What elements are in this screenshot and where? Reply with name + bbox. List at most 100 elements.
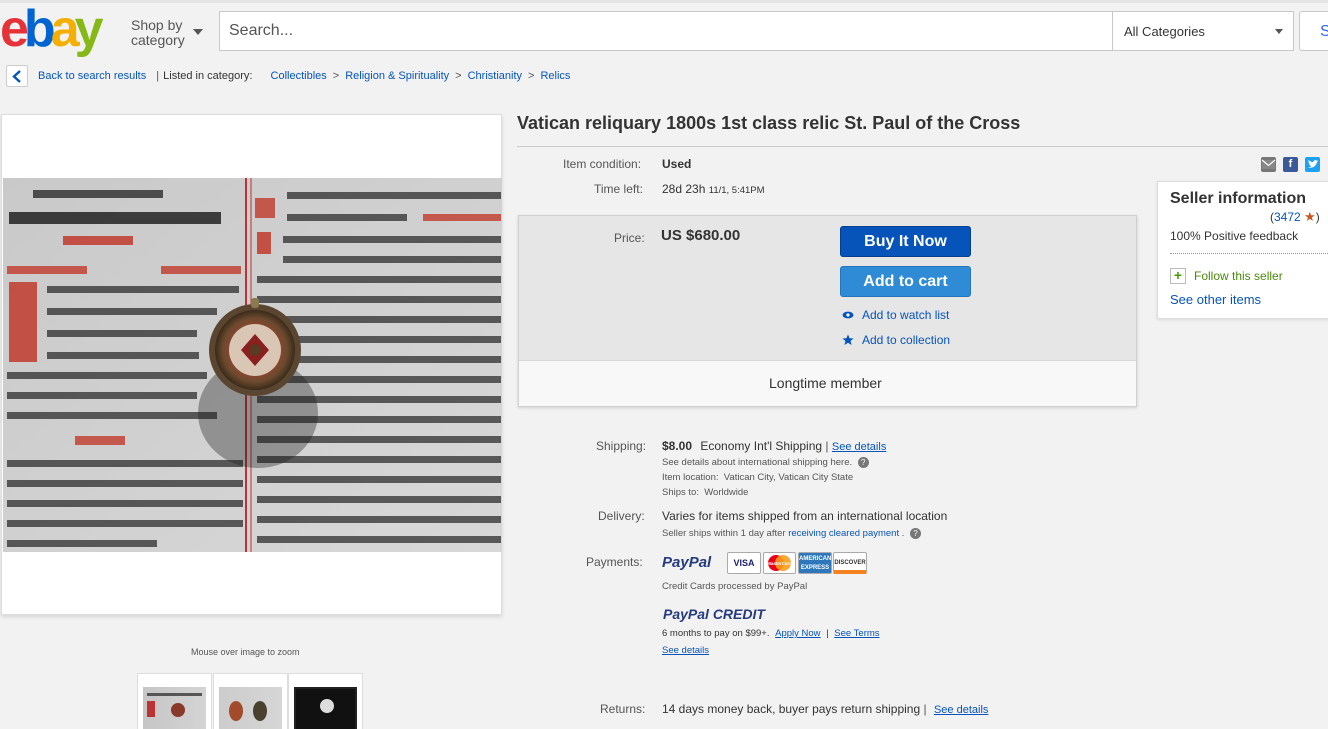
condition-label: Item condition: — [563, 157, 642, 171]
shop-by-label: Shop by category — [131, 17, 185, 48]
breadcrumb-separator: > — [455, 70, 462, 82]
longtime-member-badge: Longtime member — [769, 375, 882, 391]
main-item-photo[interactable] — [3, 178, 502, 552]
separator: | — [825, 439, 829, 453]
amex-logo: AMERICAN EXPRESS — [798, 552, 832, 574]
time-left-duration: 28d 23h — [662, 182, 706, 196]
search-button[interactable]: S — [1299, 11, 1328, 51]
mastercard-logo: MasterCard — [763, 552, 796, 574]
thumbnail[interactable] — [213, 673, 288, 729]
see-other-items-link[interactable]: See other items — [1170, 292, 1261, 307]
svg-text:MasterCard: MasterCard — [767, 561, 792, 566]
payments-label: Payments: — [586, 555, 643, 569]
chevron-down-icon — [193, 29, 203, 35]
mastercard-icon: MasterCard — [767, 555, 792, 571]
time-left-label: Time left: — [594, 182, 643, 196]
category-select[interactable]: All Categories — [1112, 12, 1294, 50]
thumbnail[interactable] — [288, 673, 363, 729]
separator: | — [826, 628, 829, 639]
returns-value: 14 days money back, buyer pays return sh… — [662, 702, 988, 716]
delivery-value: Varies for items shipped from an interna… — [662, 509, 948, 523]
cleared-payment-link[interactable]: receiving cleared payment — [788, 528, 899, 539]
seller-info-title: Seller information — [1170, 190, 1307, 207]
breadcrumb-item-collectibles[interactable]: Collectibles — [271, 70, 327, 82]
payments-see-details-link[interactable]: See details — [662, 645, 709, 656]
returns-policy: 14 days money back, buyer pays return sh… — [662, 702, 921, 716]
ebay-logo[interactable]: ebay — [0, 2, 120, 58]
email-share-icon[interactable] — [1261, 157, 1276, 172]
plus-icon[interactable]: + — [1170, 268, 1186, 284]
returns-see-details-link[interactable]: See details — [934, 704, 988, 716]
discover-logo: DISCOVER — [833, 552, 867, 574]
search-input[interactable] — [220, 12, 1112, 50]
eye-icon — [842, 311, 854, 319]
price-value: US $680.00 — [661, 227, 741, 244]
seller-positive-feedback: 100% Positive feedback — [1170, 229, 1299, 243]
breadcrumb-divider: | — [156, 70, 160, 82]
divider — [1170, 253, 1328, 254]
intl-shipping-text: See details about international shipping… — [662, 457, 853, 468]
payments-details: See details — [662, 645, 709, 656]
shipping-method: Economy Int'l Shipping — [700, 439, 823, 453]
item-location: Item location: Vatican City, Vatican Cit… — [662, 472, 853, 483]
breadcrumb-item-religion[interactable]: Religion & Spirituality — [345, 70, 449, 82]
see-terms-link[interactable]: See Terms — [834, 628, 879, 639]
star-icon: ★ — [1304, 209, 1316, 224]
logo-letter: e — [0, 0, 29, 58]
ships-to-value: Worldwide — [704, 487, 749, 498]
price-label: Price: — [614, 231, 645, 245]
back-to-search-link[interactable]: Back to search results — [38, 70, 146, 82]
follow-seller-link[interactable]: Follow this seller — [1194, 269, 1283, 283]
breadcrumb-item-relics[interactable]: Relics — [540, 70, 570, 82]
relic-photo-image — [3, 178, 502, 552]
breadcrumb-separator: > — [332, 70, 340, 82]
breadcrumb: Back to search results | Listed in catego… — [38, 70, 570, 83]
help-icon[interactable]: ? — [857, 457, 869, 468]
shop-by-category-button[interactable]: Shop by category — [131, 18, 211, 48]
logo-letter: y — [74, 0, 104, 58]
visa-logo: VISA — [727, 552, 761, 574]
delivery-note-text: Seller ships within 1 day after — [662, 528, 786, 539]
separator: | — [923, 702, 927, 716]
breadcrumb-item-christianity[interactable]: Christianity — [468, 70, 522, 82]
breadcrumb-separator: > — [528, 70, 535, 82]
item-location-label: Item location: — [662, 472, 719, 483]
item-title: Vatican reliquary 1800s 1st class relic … — [517, 113, 1021, 133]
search-bar: All Categories — [219, 11, 1294, 51]
seller-score-link[interactable]: 3472 — [1274, 210, 1301, 224]
facebook-share-icon[interactable]: f — [1283, 157, 1298, 172]
add-to-collection-link[interactable]: Add to collection — [862, 333, 950, 347]
shipping-value: $8.00 Economy Int'l Shipping | See detai… — [662, 439, 886, 453]
logo-letter: a — [50, 0, 80, 58]
delivery-label: Delivery: — [598, 509, 645, 523]
intl-shipping-note: See details about international shipping… — [662, 457, 869, 468]
listed-in-label: Listed in category: — [163, 70, 253, 82]
star-icon — [842, 334, 854, 345]
divider — [517, 146, 1328, 147]
buy-it-now-button[interactable]: Buy It Now — [840, 226, 971, 257]
item-location-value: Vatican City, Vatican City State — [723, 472, 854, 483]
thumbnail-image — [143, 687, 206, 729]
thumbnail-image — [294, 687, 357, 729]
logo-letter: b — [23, 0, 56, 58]
add-to-cart-button[interactable]: Add to cart — [840, 266, 971, 297]
bird-icon — [1308, 160, 1319, 168]
returns-label: Returns: — [600, 702, 646, 716]
apply-now-link[interactable]: Apply Now — [775, 628, 820, 639]
ships-to: Ships to: Worldwide — [662, 487, 748, 498]
help-icon[interactable]: ? — [910, 528, 922, 539]
image-viewer[interactable] — [1, 114, 502, 615]
delivery-note: Seller ships within 1 day after receivin… — [662, 528, 922, 539]
paypal-logo: PayPal — [662, 554, 712, 571]
condition-value: Used — [662, 157, 692, 171]
thumbnail[interactable] — [137, 673, 212, 729]
ships-to-label: Ships to: — [662, 487, 699, 498]
back-button[interactable] — [6, 65, 28, 87]
credit-processed-note: Credit Cards processed by PayPal — [662, 581, 808, 592]
twitter-share-icon[interactable] — [1305, 157, 1320, 172]
shipping-cost: $8.00 — [662, 439, 693, 453]
thumbnail-image — [219, 687, 282, 729]
search-button-label: S — [1320, 23, 1328, 40]
shipping-see-details-link[interactable]: See details — [832, 441, 886, 453]
add-to-watch-list-link[interactable]: Add to watch list — [862, 308, 949, 322]
